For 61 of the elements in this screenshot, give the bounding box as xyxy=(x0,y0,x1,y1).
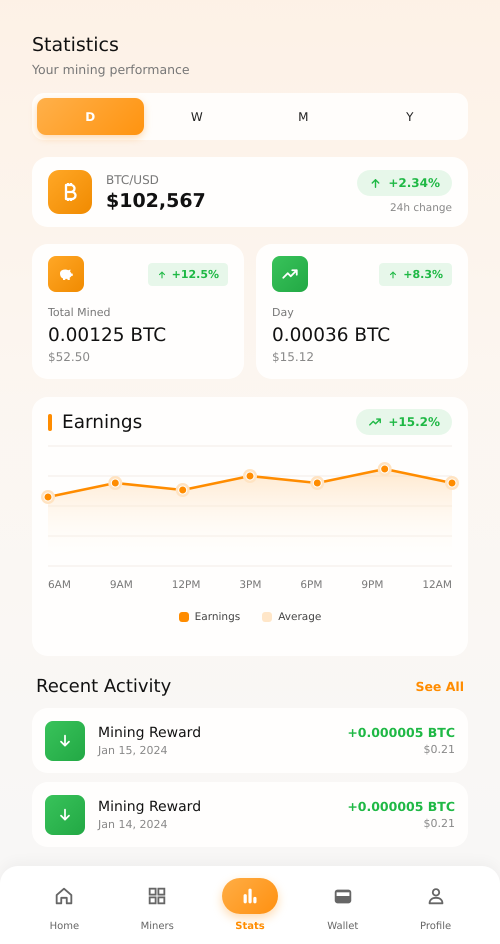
arrow-down-icon xyxy=(45,794,85,834)
stat-value: 0.00125 BTC xyxy=(48,325,168,346)
axis-label: 6PM xyxy=(300,579,322,591)
data-point xyxy=(378,462,392,476)
activity-date: Jan 15, 2024 xyxy=(98,744,168,756)
activity-amount: +0.000005 BTC xyxy=(347,799,455,814)
section-title: Earnings xyxy=(62,412,142,432)
page-subtitle: Your mining performance xyxy=(32,62,191,77)
data-point xyxy=(41,490,55,504)
arrow-up-icon xyxy=(156,270,167,280)
change-badge: +8.3% xyxy=(379,263,452,286)
page-title: Statistics xyxy=(32,34,120,56)
piggy-bank-icon xyxy=(48,256,84,292)
price-value: $102,567 xyxy=(106,190,207,212)
data-point xyxy=(310,476,324,490)
axis-label: 6AM xyxy=(48,579,71,591)
stat-label: Day xyxy=(272,306,295,319)
legend-label: Earnings xyxy=(194,611,240,623)
nav-tab[interactable]: Profile xyxy=(389,866,482,944)
legend-label: Average xyxy=(278,611,322,623)
section-title: Recent Activity xyxy=(36,676,172,697)
accent-bar xyxy=(48,414,52,430)
axis-label: 12AM xyxy=(422,579,452,591)
home-icon xyxy=(53,885,76,907)
trend-up-icon xyxy=(272,256,308,292)
period-tab[interactable]: Y xyxy=(356,98,463,135)
data-point xyxy=(176,483,190,497)
arrow-up-icon xyxy=(369,176,382,190)
data-point xyxy=(108,476,122,490)
activity-title: Mining Reward xyxy=(98,724,202,740)
stat-usd-value: $15.12 xyxy=(272,350,315,364)
activity-title: Mining Reward xyxy=(98,798,202,814)
nav-tab[interactable]: Home xyxy=(18,866,111,944)
change-label: 24h change xyxy=(390,202,452,214)
stat-usd-value: $52.50 xyxy=(48,350,91,364)
change-badge: +12.5% xyxy=(148,263,228,286)
axis-label: 3PM xyxy=(239,579,262,591)
stat-value: 0.00036 BTC xyxy=(272,325,392,346)
grid-icon xyxy=(146,885,168,907)
nav-tab[interactable]: Wallet xyxy=(296,866,390,944)
arrow-down-icon xyxy=(45,720,85,760)
activity-item[interactable]: Mining Reward Jan 14, 2024 +0.000005 BTC $0.21 xyxy=(32,782,468,847)
stat-label: Total Mined xyxy=(48,306,112,319)
activity-usd-value: $0.21 xyxy=(424,817,455,830)
arrow-up-icon xyxy=(388,270,398,280)
currency-pair: BTC/USD xyxy=(106,172,160,186)
period-tab[interactable]: W xyxy=(144,98,250,135)
nav-tab[interactable]: Miners xyxy=(110,866,204,944)
period-tab[interactable]: M xyxy=(250,98,356,135)
activity-date: Jan 14, 2024 xyxy=(98,818,168,830)
change-badge: +15.2% xyxy=(356,409,452,435)
bitcoin-icon xyxy=(48,170,92,214)
activity-item[interactable]: Mining Reward Jan 15, 2024 +0.000005 BTC $0.21 xyxy=(32,708,468,773)
axis-label: 12PM xyxy=(172,579,200,591)
axis-label: 9AM xyxy=(110,579,133,591)
change-badge: +2.34% xyxy=(357,170,452,196)
data-point xyxy=(243,469,257,483)
axis-label: 9PM xyxy=(361,579,384,591)
activity-amount: +0.000005 BTC xyxy=(347,725,455,740)
activity-usd-value: $0.21 xyxy=(424,743,455,756)
data-point xyxy=(445,476,459,490)
